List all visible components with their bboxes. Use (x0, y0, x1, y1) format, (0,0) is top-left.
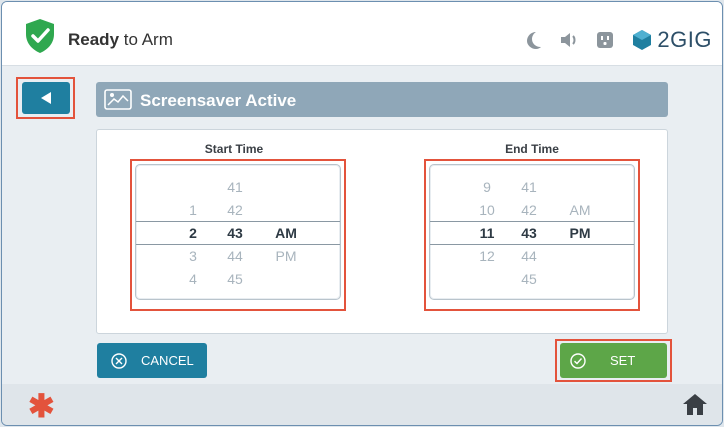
start-time-selection-line-top (136, 221, 340, 222)
shield-check-icon (26, 19, 54, 53)
end-time-picker[interactable]: 9 41 10 42 AM 11 43 PM 12 44 45 (429, 164, 635, 300)
brand-text: 2GIG (657, 27, 712, 52)
cancel-x-icon (111, 352, 127, 369)
start-time-row[interactable]: 1 42 (136, 199, 340, 222)
start-time-row[interactable]: 2 43 AM (136, 222, 340, 245)
end-time-minute: 42 (521, 202, 537, 218)
app-frame: Ready to Arm 2GIG Screensaver Active Sta… (1, 1, 723, 426)
end-time-hour: 11 (479, 225, 495, 241)
end-time-row[interactable]: 12 44 (430, 245, 634, 268)
start-time-hour: 1 (189, 202, 197, 218)
cancel-button[interactable]: CANCEL (97, 343, 207, 378)
page-title: Screensaver Active (140, 91, 297, 110)
screensaver-picture-icon (104, 89, 132, 110)
start-time-minute: 43 (227, 225, 243, 241)
end-time-minute: 45 (521, 271, 537, 287)
end-time-label: End Time (505, 142, 559, 156)
end-time-minute: 41 (521, 179, 537, 195)
start-time-hour: 2 (189, 225, 197, 241)
end-time-hour: 12 (479, 248, 495, 264)
back-triangle-icon (41, 92, 51, 104)
end-time-minute: 43 (521, 225, 537, 241)
asterisk-icon[interactable]: ✱ (28, 390, 55, 422)
start-time-row[interactable]: 4 45 (136, 268, 340, 291)
end-time-hour: 9 (483, 179, 491, 195)
brand-logo: 2GIG (631, 27, 712, 53)
top-icons: 2GIG (523, 26, 712, 54)
cancel-label: CANCEL (141, 353, 194, 368)
bottom-bar: ✱ (2, 384, 722, 425)
back-button[interactable] (22, 82, 70, 114)
status-bold: Ready (68, 30, 120, 49)
set-button[interactable]: SET (560, 343, 667, 378)
start-time-minute: 44 (227, 248, 243, 264)
end-time-row[interactable]: 9 41 (430, 176, 634, 199)
top-bar: Ready to Arm 2GIG (2, 2, 722, 66)
set-label: SET (610, 353, 636, 368)
end-time-row[interactable]: 45 (430, 268, 634, 291)
time-panel: Start Time End Time 41 1 42 2 43 AM 3 44 PM 4 45 9… (96, 129, 668, 334)
start-time-hour: 4 (189, 271, 197, 287)
check-circle-icon (570, 352, 586, 369)
end-time-selection-line-bottom (430, 244, 634, 245)
start-time-hour: 3 (189, 248, 197, 264)
end-time-ampm: PM (569, 225, 591, 241)
end-time-row[interactable]: 10 42 AM (430, 199, 634, 222)
end-time-hour: 10 (479, 202, 495, 218)
end-time-minute: 44 (521, 248, 537, 264)
start-time-row[interactable]: 3 44 PM (136, 245, 340, 268)
outlet-icon[interactable] (595, 30, 615, 50)
start-time-minute: 41 (227, 179, 243, 195)
2gig-cube-icon (633, 30, 652, 50)
start-time-minute: 42 (227, 202, 243, 218)
page-title-bar: Screensaver Active (96, 82, 668, 117)
start-time-minute: 45 (227, 271, 243, 287)
start-time-ampm: AM (275, 225, 297, 241)
start-time-picker[interactable]: 41 1 42 2 43 AM 3 44 PM 4 45 (135, 164, 341, 300)
system-status: Ready to Arm (68, 30, 173, 50)
moon-icon[interactable] (523, 30, 543, 50)
end-time-row[interactable]: 11 43 PM (430, 222, 634, 245)
start-time-ampm: PM (275, 248, 297, 264)
start-time-label: Start Time (204, 142, 264, 156)
start-time-selection-line-bottom (136, 244, 340, 245)
status-rest: to Arm (119, 30, 173, 49)
end-time-selection-line-top (430, 221, 634, 222)
speaker-icon[interactable] (559, 30, 579, 50)
home-icon[interactable] (682, 392, 708, 416)
end-time-ampm: AM (569, 202, 591, 218)
start-time-row[interactable]: 41 (136, 176, 340, 199)
